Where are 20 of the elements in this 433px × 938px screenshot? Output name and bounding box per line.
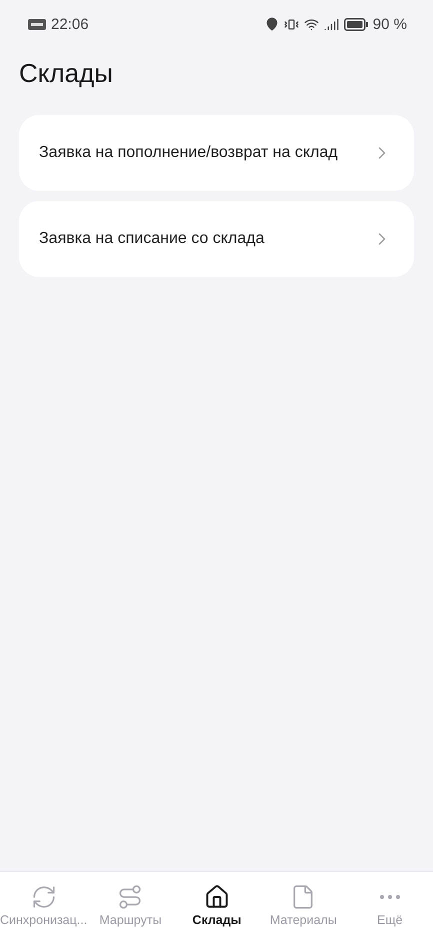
tab-item[interactable]: Ещё bbox=[346, 872, 433, 938]
sync-icon bbox=[30, 884, 57, 910]
route-icon bbox=[117, 884, 144, 910]
volte-icon bbox=[28, 18, 46, 30]
home-icon bbox=[204, 884, 230, 910]
battery-percent: 90 % bbox=[372, 16, 407, 32]
menu-item[interactable]: Заявка на пополнение/возврат на склад bbox=[19, 115, 414, 191]
page-title: Склады bbox=[19, 58, 114, 89]
menu-item[interactable]: Заявка на списание со склада bbox=[19, 201, 414, 277]
vibrate-icon bbox=[284, 16, 299, 32]
location-icon bbox=[264, 17, 279, 31]
tab-item[interactable]: Материалы bbox=[260, 872, 347, 938]
signal-icon bbox=[324, 16, 339, 32]
more-icon bbox=[380, 895, 400, 899]
tab-item[interactable]: Маршруты bbox=[87, 872, 174, 938]
wifi-icon bbox=[304, 16, 319, 32]
battery-icon bbox=[344, 18, 368, 30]
tab-item[interactable]: Склады bbox=[174, 872, 260, 938]
status-time: 22:06 bbox=[51, 16, 89, 32]
tab-item[interactable]: Синхронизац... bbox=[0, 872, 88, 938]
